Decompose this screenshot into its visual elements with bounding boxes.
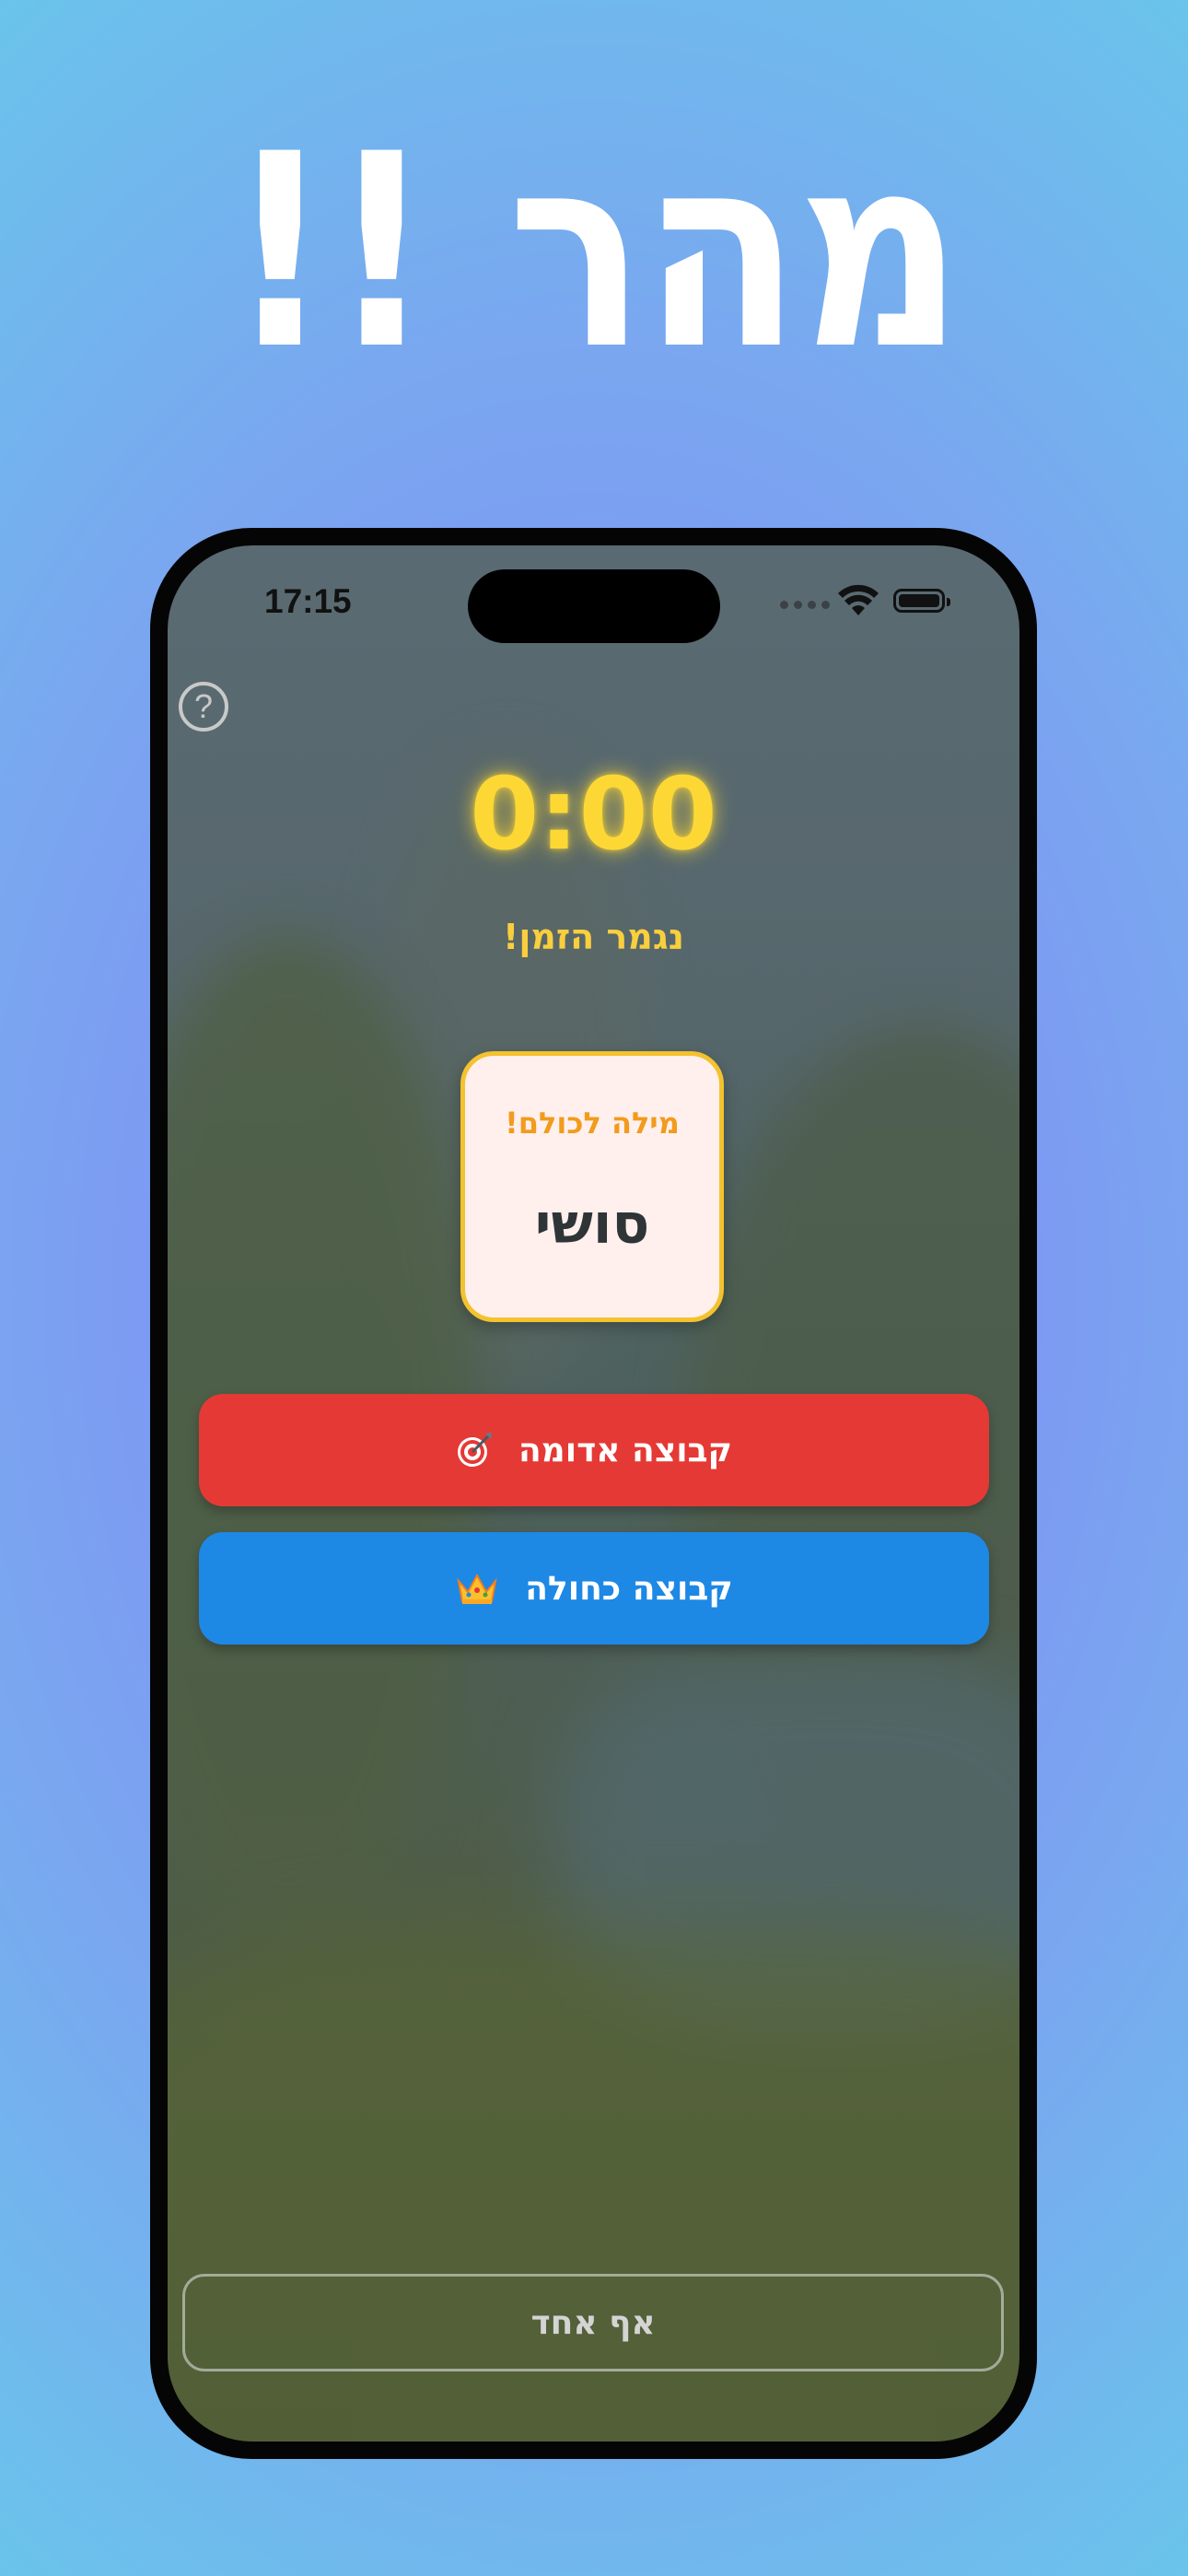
crown-icon [455,1570,499,1607]
word-card-word: סושי [534,1192,650,1257]
times-up-message: נגמר הזמן! [503,917,684,957]
red-team-label: קבוצה אדומה [518,1431,733,1469]
wifi-icon [838,584,879,615]
phone-frame: 17:15 ? 0:00 נגמר הזמן! מילה לכולם! סושי… [150,528,1037,2459]
blue-team-label: קבוצה כחולה [525,1569,733,1608]
countdown-timer: 0:00 [470,757,717,872]
battery-icon [893,589,950,613]
promo-headline: מהר !! [227,98,963,408]
dart-target-icon [456,1432,493,1469]
word-card-label: מילה לכולם! [505,1106,680,1141]
blue-team-button[interactable]: קבוצה כחולה [199,1532,989,1645]
nobody-button[interactable]: אף אחד [182,2274,1004,2371]
help-icon[interactable]: ? [179,682,228,732]
dynamic-island [468,569,720,643]
word-card: מילה לכולם! סושי [460,1051,724,1322]
red-team-button[interactable]: קבוצה אדומה [199,1394,989,1506]
cellular-signal-icon [780,601,830,609]
status-bar-time: 17:15 [264,582,352,620]
game-screen: 17:15 ? 0:00 נגמר הזמן! מילה לכולם! סושי… [168,545,1019,2441]
